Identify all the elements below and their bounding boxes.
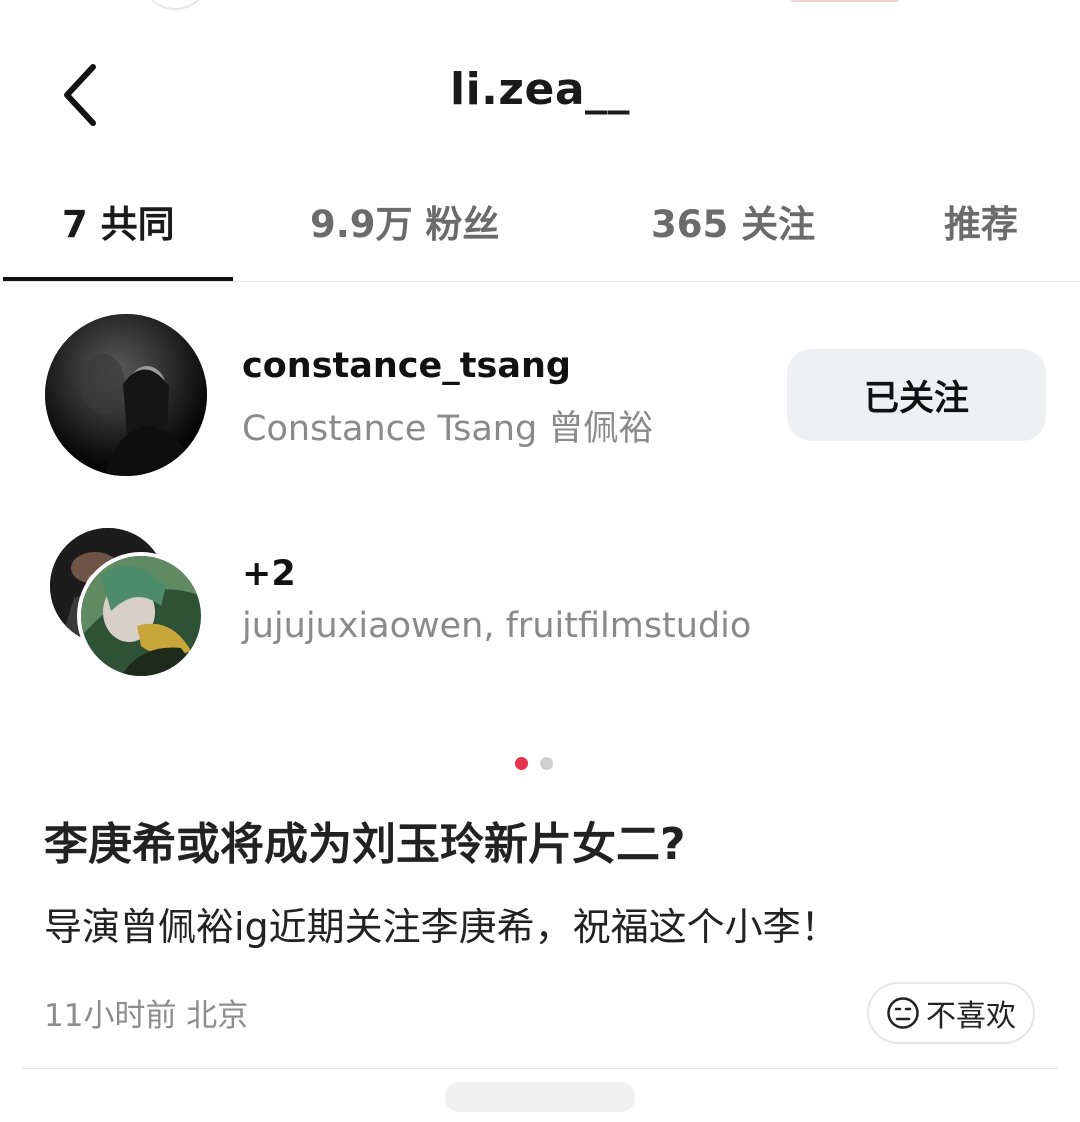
post-meta: 11小时前 北京 xyxy=(44,998,249,1034)
dislike-label: 不喜欢 xyxy=(926,999,1016,1034)
tab-followers[interactable]: 9.9万 粉丝 xyxy=(310,194,499,248)
dislike-button[interactable]: 不喜欢 xyxy=(867,982,1035,1044)
display-name: Constance Tsang 曾佩裕 xyxy=(242,409,654,449)
post-title: 李庚希或将成为刘玉玲新片女二? xyxy=(44,819,686,870)
tab-following[interactable]: 365 关注 xyxy=(651,194,815,248)
cropped-avatar-remnant xyxy=(140,0,210,10)
tab-suggested[interactable]: 推荐 xyxy=(944,194,1018,248)
cropped-button-remnant xyxy=(790,0,900,2)
profile-mutuals-screen: li.zea__ 7 共同 9.9万 粉丝 365 关注 推荐 constanc… xyxy=(0,0,1080,1122)
tab-mutual[interactable]: 7 共同 xyxy=(62,194,175,248)
more-mutuals-names: jujujuxiaowen, fruitfilmstudio xyxy=(242,606,752,646)
username[interactable]: constance_tsang xyxy=(242,346,571,386)
avatar-photo xyxy=(45,314,207,476)
divider xyxy=(22,1068,1058,1069)
top-bar: li.zea__ xyxy=(0,50,1080,140)
avatar[interactable] xyxy=(45,314,207,476)
page-title: li.zea__ xyxy=(449,64,631,115)
cropped-content-remnant xyxy=(445,1082,635,1112)
following-button[interactable]: 已关注 xyxy=(787,349,1046,441)
meh-face-icon xyxy=(887,997,919,1029)
pager-dot[interactable] xyxy=(540,757,553,770)
avatar-photo xyxy=(81,556,201,676)
avatar-stack-front[interactable] xyxy=(77,552,205,680)
pager-dot-active[interactable] xyxy=(515,757,528,770)
tab-bar: 7 共同 9.9万 粉丝 365 关注 推荐 xyxy=(0,180,1080,284)
more-mutuals-count[interactable]: +2 xyxy=(242,554,296,594)
post-body: 导演曾佩裕ig近期关注李庚希，祝福这个小李！ xyxy=(44,905,839,949)
divider xyxy=(0,281,1080,282)
